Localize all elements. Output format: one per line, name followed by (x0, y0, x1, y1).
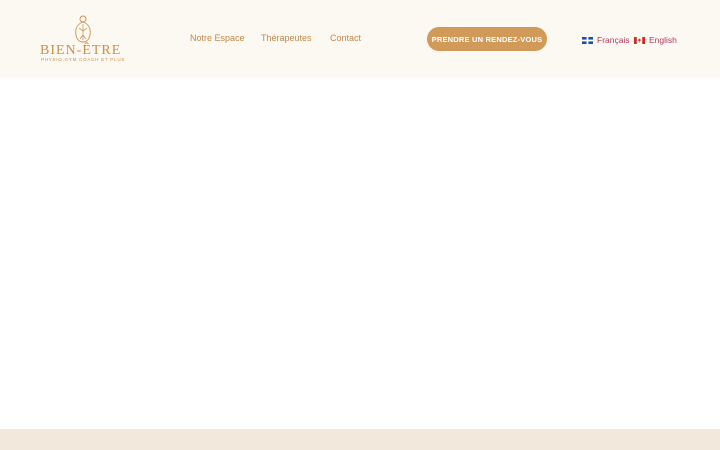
language-option-francais[interactable]: Français (582, 34, 630, 46)
footer-strip (0, 429, 720, 450)
canada-flag-icon (634, 36, 645, 44)
brand-logo[interactable]: BIEN-ÊTRE PHYSIO,GYM COACH ET PLUS (38, 15, 126, 63)
language-option-english[interactable]: English (634, 34, 677, 46)
main-content-area (0, 78, 720, 429)
nav-link-contact[interactable]: Contact (330, 33, 361, 43)
language-label-english: English (649, 35, 677, 45)
site-header: BIEN-ÊTRE PHYSIO,GYM COACH ET PLUS Notre… (0, 0, 720, 78)
nav-link-therapeutes[interactable]: Thérapeutes (261, 33, 312, 43)
quebec-flag-icon (582, 36, 593, 44)
book-appointment-button[interactable]: PRENDRE UN RENDEZ-VOUS (427, 27, 547, 51)
nav-link-notre-espace[interactable]: Notre Espace (190, 33, 245, 43)
brand-tagline: PHYSIO,GYM COACH ET PLUS (41, 57, 126, 62)
human-figure-icon (75, 15, 91, 43)
language-label-francais: Français (597, 35, 630, 45)
